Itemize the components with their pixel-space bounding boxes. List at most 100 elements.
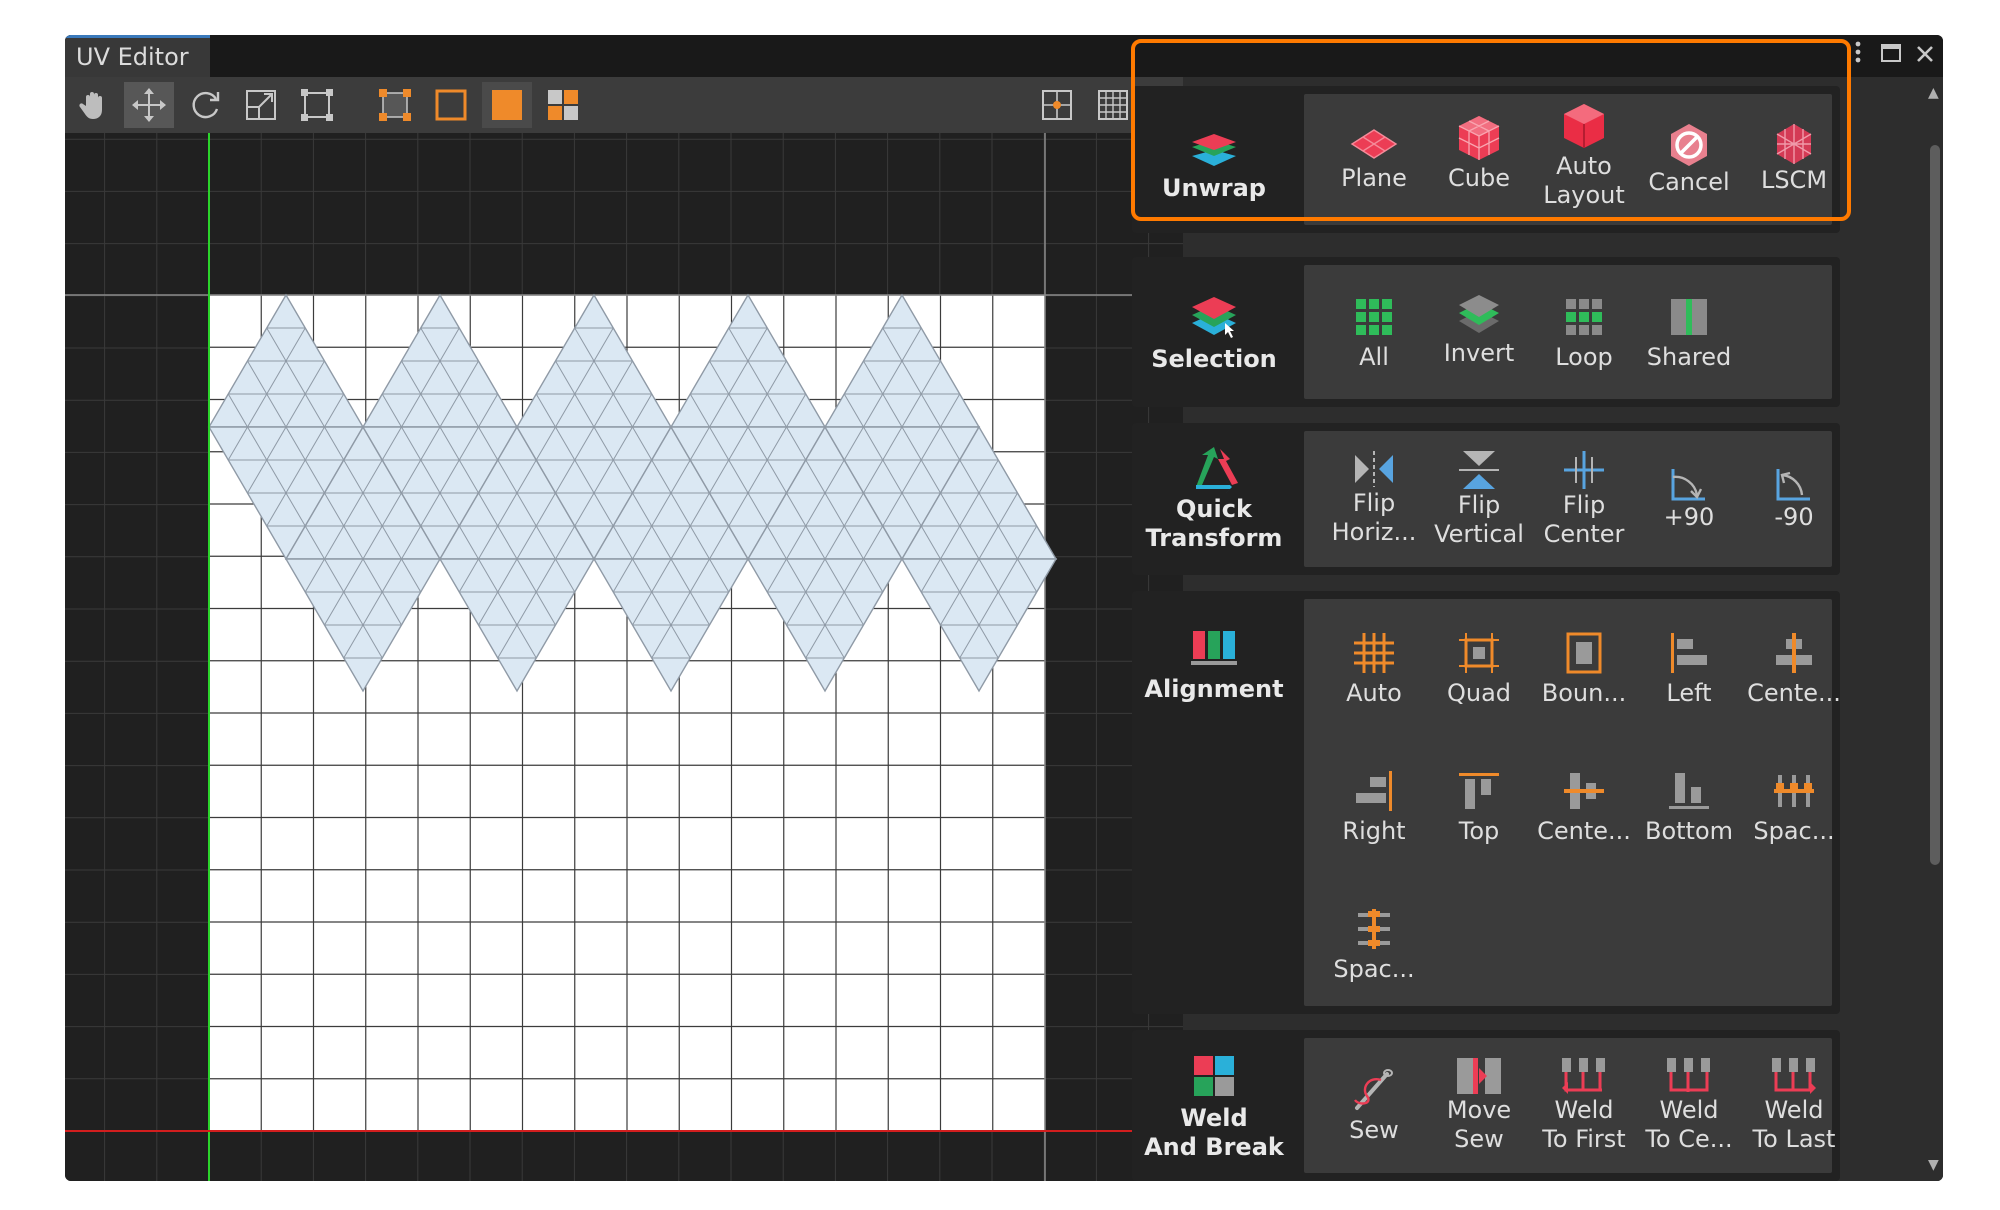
tab-uv-editor[interactable]: UV Editor (65, 35, 210, 77)
weld-to-center-button[interactable]: Weld To Ce... (1637, 1056, 1741, 1154)
uv-canvas[interactable] (65, 133, 1183, 1181)
align-left-button[interactable]: Left (1637, 631, 1741, 708)
space-vertical-icon (1358, 909, 1390, 949)
select-invert-icon (1459, 295, 1499, 333)
edge-select-icon[interactable] (426, 82, 476, 128)
quick-transform-section: Quick Transform Flip Horiz... Flip Verti… (1132, 423, 1840, 575)
align-center-vertical-button[interactable]: Cente... (1742, 631, 1846, 708)
unwrap-highlight-outline (1131, 39, 1851, 221)
alignment-section: Alignment Auto Quad Boun... Left Cente..… (1132, 591, 1841, 1014)
weld-to-first-button[interactable]: Weld To First (1532, 1056, 1636, 1154)
weld-and-break-label: Weld And Break (1144, 1104, 1284, 1161)
weld-and-break-section: Weld And Break Sew Move Sew Weld To Firs… (1132, 1030, 1840, 1181)
space-vertical-button[interactable]: Spac... (1322, 907, 1426, 984)
select-loop-label: Loop (1555, 343, 1613, 371)
alignment-label: Alignment (1144, 675, 1284, 703)
align-top-label: Top (1458, 817, 1500, 845)
rotate-tool-icon[interactable] (180, 82, 230, 128)
align-right-icon (1356, 771, 1392, 811)
select-invert-button[interactable]: Invert (1427, 291, 1531, 368)
rect-tool-icon[interactable] (292, 82, 342, 128)
weld-and-break-header: Weld And Break (1132, 1030, 1296, 1181)
sew-button[interactable]: Sew (1322, 1066, 1426, 1145)
move-sew-label: Move Sew (1446, 1096, 1512, 1153)
space-horizontal-button[interactable]: Spac... (1742, 769, 1846, 846)
weld-to-last-button[interactable]: Weld To Last (1742, 1056, 1846, 1154)
uv-viewport[interactable] (65, 133, 1183, 1181)
face-select-icon[interactable] (482, 82, 532, 128)
weld-to-last-label: Weld To Last (1752, 1096, 1836, 1153)
scroll-up-icon[interactable]: ▲ (1928, 85, 1939, 101)
weld-to-center-label: Weld To Ce... (1645, 1096, 1733, 1153)
space-horizontal-label: Spac... (1753, 817, 1835, 845)
flip-vertical-icon (1459, 451, 1499, 489)
select-shared-icon (1671, 299, 1707, 335)
align-left-label: Left (1666, 679, 1712, 707)
move-tool-icon[interactable] (124, 82, 174, 128)
weld-to-center-icon (1667, 1058, 1710, 1092)
flip-vertical-button[interactable]: Flip Vertical (1427, 449, 1531, 549)
close-icon[interactable] (1911, 39, 1939, 73)
rotate-minus-90-button[interactable]: -90 (1742, 467, 1846, 532)
quick-transform-header: Quick Transform (1132, 423, 1296, 575)
hand-tool-icon[interactable] (69, 82, 119, 128)
align-bounds-button[interactable]: Boun... (1532, 631, 1636, 708)
scroll-down-icon[interactable]: ▼ (1928, 1157, 1939, 1173)
select-shared-button[interactable]: Shared (1637, 297, 1741, 372)
vertex-select-icon[interactable] (370, 82, 420, 128)
scale-tool-icon[interactable] (236, 82, 286, 128)
align-auto-label: Auto (1346, 679, 1402, 707)
align-center-vertical-label: Cente... (1747, 679, 1841, 707)
align-center-horizontal-icon (1564, 773, 1604, 809)
sew-label: Sew (1349, 1116, 1399, 1144)
align-bounds-icon (1566, 632, 1602, 674)
scroll-thumb[interactable] (1930, 145, 1940, 865)
quick-transform-buttons: Flip Horiz... Flip Vertical Flip Center … (1304, 431, 1832, 567)
weld-to-first-icon (1562, 1058, 1605, 1094)
flip-horizontal-button[interactable]: Flip Horiz... (1322, 449, 1426, 547)
space-vertical-label: Spac... (1333, 955, 1415, 983)
weld-to-first-label: Weld To First (1542, 1096, 1626, 1153)
align-center-horizontal-label: Cente... (1537, 817, 1631, 845)
align-right-button[interactable]: Right (1322, 769, 1426, 846)
selection-buttons: All Invert Loop Shared (1304, 265, 1832, 399)
island-select-icon[interactable] (538, 82, 588, 128)
rotate-minus-90-label: -90 (1774, 503, 1814, 531)
select-all-button[interactable]: All (1322, 297, 1426, 372)
align-top-button[interactable]: Top (1427, 769, 1531, 846)
select-loop-icon (1566, 299, 1602, 335)
maximize-icon[interactable] (1877, 39, 1905, 73)
align-center-vertical-icon (1776, 633, 1812, 673)
select-all-icon (1356, 299, 1392, 335)
select-shared-label: Shared (1646, 343, 1732, 371)
align-top-icon (1459, 773, 1499, 809)
flip-center-icon (1564, 451, 1604, 489)
alignment-icon (1191, 631, 1237, 665)
align-bounds-label: Boun... (1541, 679, 1627, 707)
flip-horizontal-icon (1355, 451, 1393, 487)
align-center-horizontal-button[interactable]: Cente... (1532, 769, 1636, 846)
align-quad-button[interactable]: Quad (1427, 631, 1531, 708)
align-bottom-button[interactable]: Bottom (1637, 769, 1741, 846)
align-auto-icon (1354, 633, 1394, 673)
pivot-icon[interactable] (1032, 82, 1082, 128)
move-sew-icon (1457, 1058, 1501, 1094)
select-loop-button[interactable]: Loop (1532, 297, 1636, 372)
align-auto-button[interactable]: Auto (1322, 631, 1426, 708)
toolbar (65, 77, 1185, 133)
align-right-label: Right (1342, 817, 1406, 845)
flip-vertical-label: Flip Vertical (1434, 491, 1524, 548)
panel-scrollbar[interactable]: ▲ ▼ (1927, 77, 1943, 1181)
alignment-buttons: Auto Quad Boun... Left Cente... Right To… (1304, 599, 1841, 1006)
quick-transform-icon (1196, 447, 1238, 493)
move-sew-button[interactable]: Move Sew (1427, 1056, 1531, 1154)
align-quad-label: Quad (1446, 679, 1512, 707)
rotate-plus-90-button[interactable]: +90 (1637, 467, 1741, 532)
flip-center-button[interactable]: Flip Center (1532, 449, 1636, 549)
align-bottom-label: Bottom (1644, 817, 1734, 845)
weld-and-break-buttons: Sew Move Sew Weld To First Weld To Ce...… (1304, 1038, 1835, 1173)
selection-icon (1192, 297, 1236, 338)
rotate-plus-90-icon (1671, 469, 1705, 501)
flip-horizontal-label: Flip Horiz... (1331, 489, 1417, 546)
selection-label: Selection (1151, 345, 1277, 373)
